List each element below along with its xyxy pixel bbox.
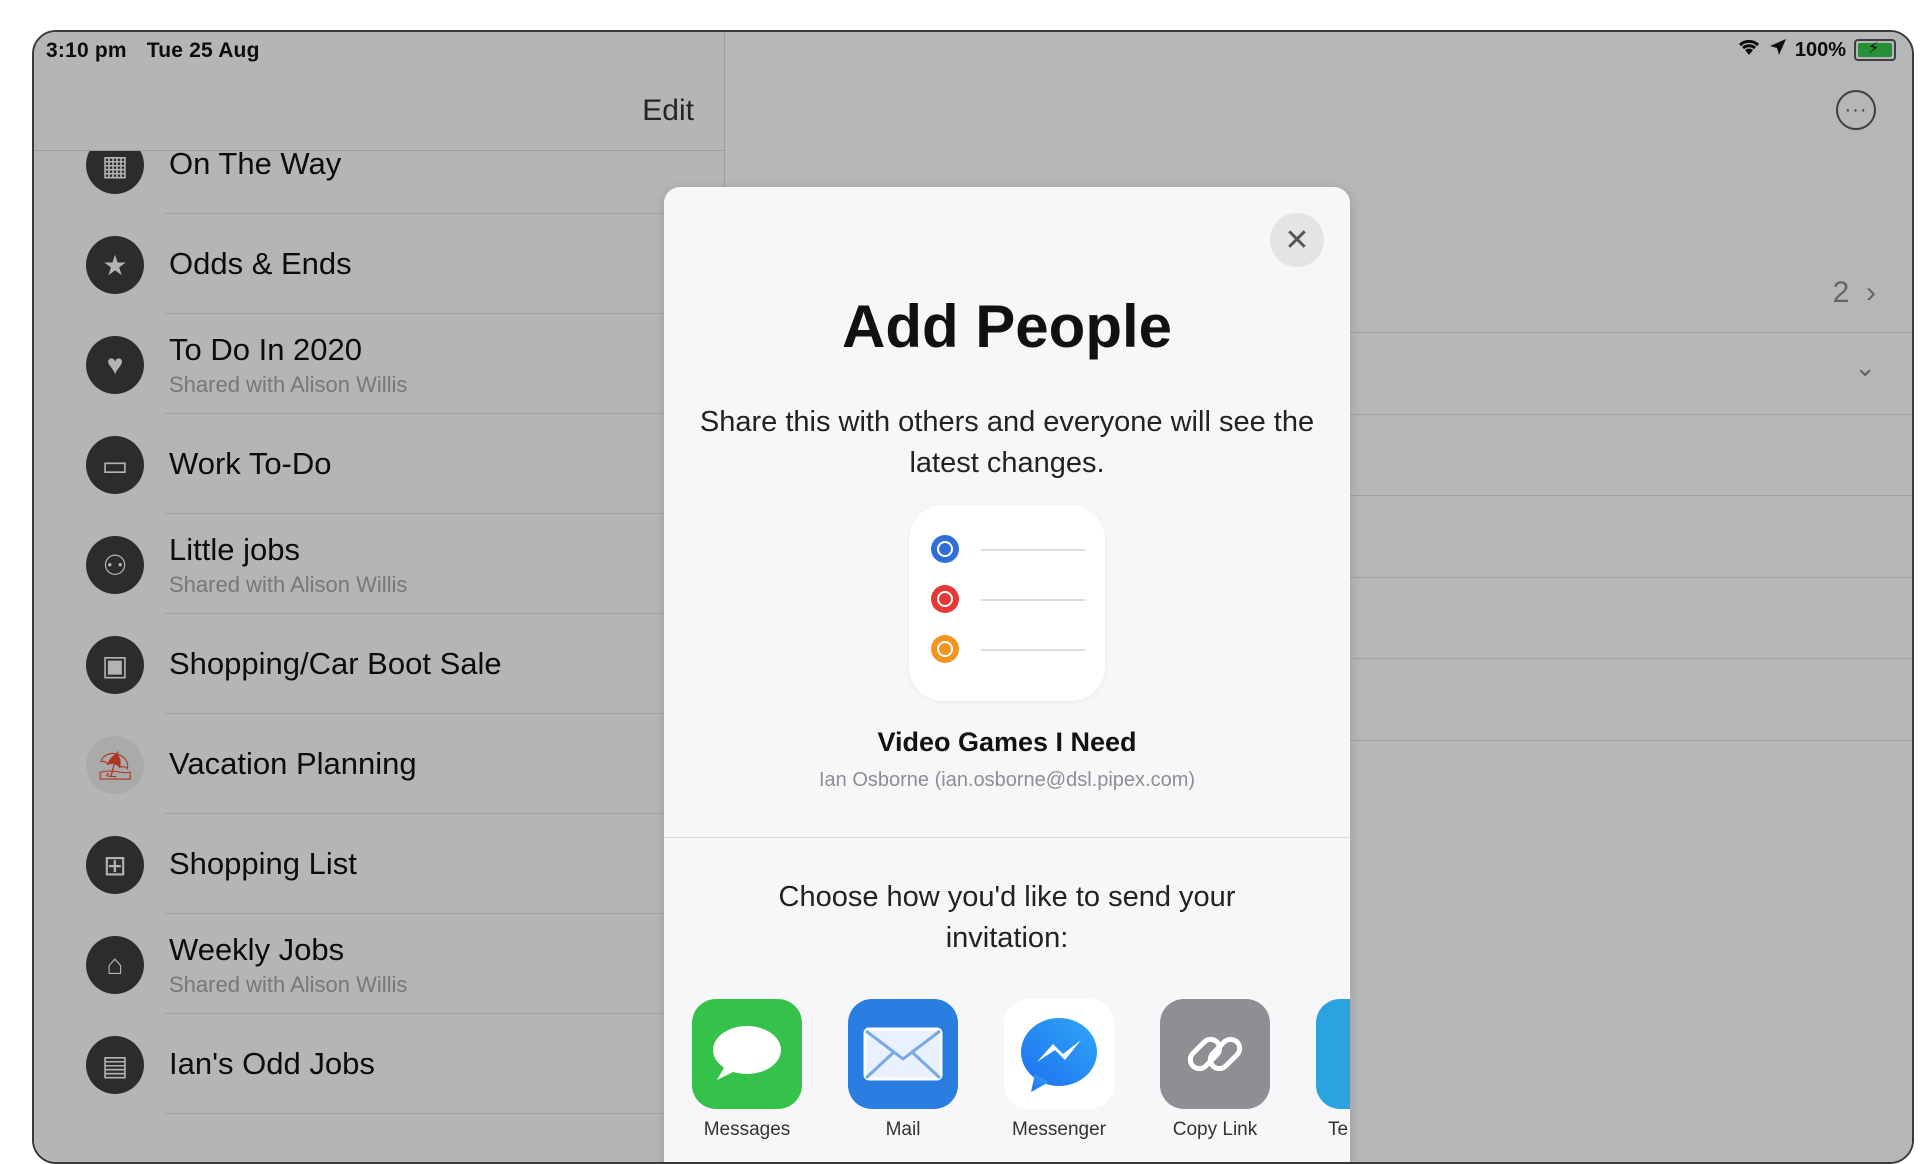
shared-list-name: Video Games I Need [877, 727, 1137, 757]
share-telegram-button[interactable]: Te [1316, 999, 1350, 1141]
messages-icon [692, 999, 802, 1109]
line [981, 599, 1085, 601]
list-owner: Ian Osborne (ian.osborne@dsl.pipex.com) [818, 769, 1196, 791]
share-mail-button[interactable]: Mail [848, 999, 958, 1141]
mail-icon [848, 999, 958, 1109]
sheet-description: Share this with others and everyone will… [699, 406, 1315, 479]
blue-dot-icon [931, 535, 959, 563]
app-label: Te [1328, 1119, 1349, 1140]
line [981, 549, 1085, 551]
share-messenger-button[interactable]: Messenger [1004, 999, 1114, 1141]
close-button[interactable]: ✕ [1270, 213, 1324, 267]
app-label: Messenger [1012, 1119, 1106, 1140]
divider [664, 837, 1350, 838]
messenger-icon [1004, 999, 1114, 1109]
share-apps-row: Messages Mail Messenger Copy Link Te [692, 999, 1350, 1141]
sheet-title: Add People [841, 293, 1173, 360]
reminders-list-icon [909, 505, 1105, 701]
line [981, 649, 1085, 651]
link-icon [1160, 999, 1270, 1109]
add-people-sheet: ✕ Add People Share this with others and … [664, 187, 1350, 1162]
app-label: Mail [885, 1119, 921, 1140]
telegram-icon [1316, 999, 1350, 1109]
share-copy-link-button[interactable]: Copy Link [1160, 999, 1270, 1141]
invitation-prompt: Choose how you'd like to send your invit… [778, 881, 1236, 954]
share-messages-button[interactable]: Messages [692, 999, 802, 1141]
app-label: Copy Link [1172, 1119, 1258, 1140]
ipad-screen: 3:10 pm Tue 25 Aug 100% ⚡ Edit ▦ On The W… [32, 30, 1914, 1164]
red-dot-icon [931, 585, 959, 613]
app-label: Messages [703, 1119, 791, 1140]
orange-dot-icon [931, 635, 959, 663]
